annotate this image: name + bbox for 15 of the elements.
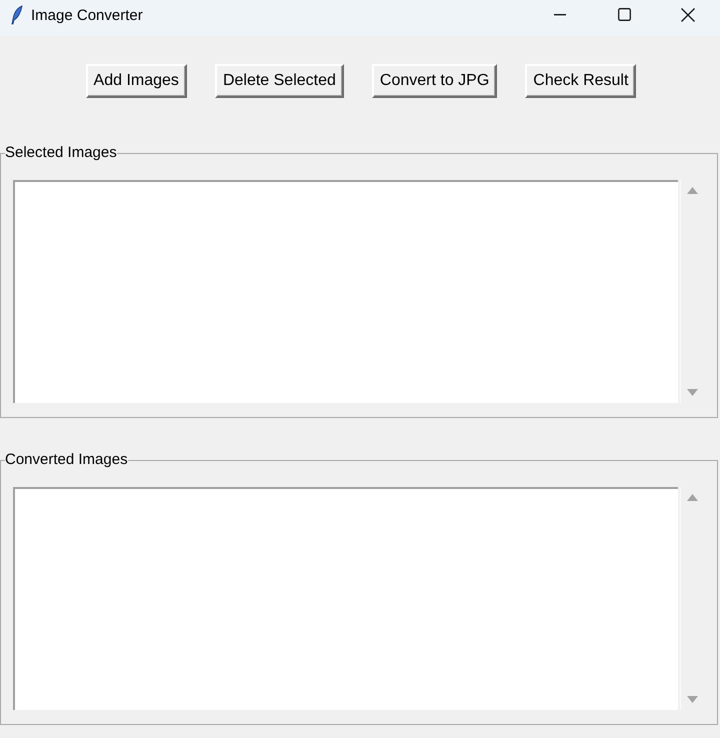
- feather-icon: [11, 5, 23, 25]
- toolbar-button[interactable]: Delete Selected: [214, 64, 344, 98]
- maximize-icon: [618, 8, 630, 21]
- scroll-down-arrow-icon[interactable]: [687, 389, 698, 396]
- toolbar-button[interactable]: Convert to JPG: [372, 64, 498, 98]
- window-title: Image Converter: [31, 7, 143, 25]
- scroll-up-arrow-icon[interactable]: [687, 187, 698, 194]
- scroll-down-arrow-icon[interactable]: [687, 696, 698, 703]
- minimize-icon: [554, 14, 566, 16]
- close-icon: [681, 8, 695, 22]
- group-label: Converted Images: [5, 451, 128, 469]
- toolbar-button[interactable]: Add Images: [86, 64, 187, 98]
- group-label: Selected Images: [5, 144, 117, 162]
- scroll-up-arrow-icon[interactable]: [687, 494, 698, 501]
- toolbar-button[interactable]: Check Result: [525, 64, 636, 98]
